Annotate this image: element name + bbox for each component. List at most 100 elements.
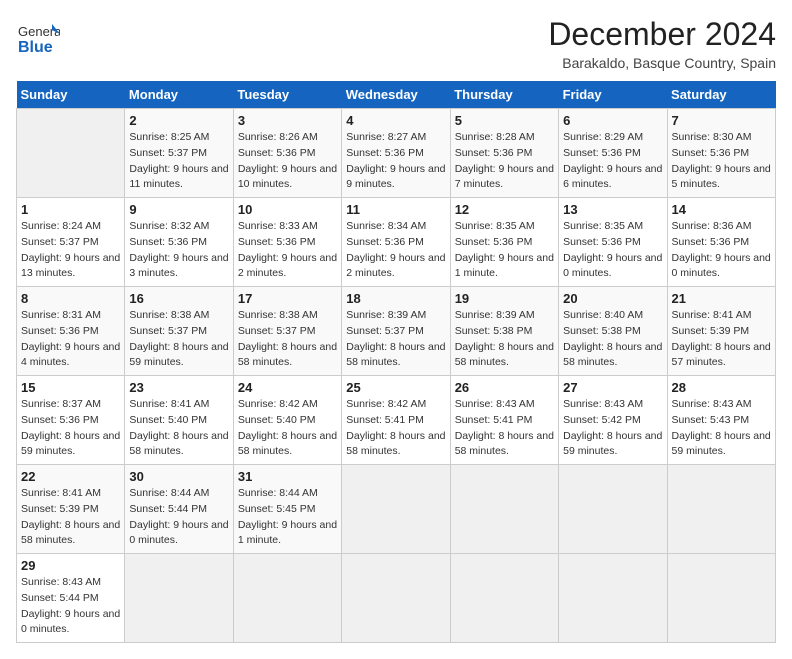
calendar-cell: 27Sunrise: 8:43 AMSunset: 5:42 PMDayligh… (559, 376, 667, 465)
calendar-row-2: 8 Sunrise: 8:31 AMSunset: 5:36 PMDaylight… (17, 287, 776, 376)
calendar-cell: 20Sunrise: 8:40 AMSunset: 5:38 PMDayligh… (559, 287, 667, 376)
day-number: 15 (21, 380, 120, 395)
day-info: Sunrise: 8:41 AMSunset: 5:39 PMDaylight:… (672, 308, 771, 371)
calendar-cell: 24 Sunrise: 8:42 AMSunset: 5:40 PMDayligh… (233, 376, 341, 465)
day-number: 21 (672, 291, 771, 306)
day-number: 11 (346, 202, 445, 217)
day-info: Sunrise: 8:41 AMSunset: 5:39 PMDaylight:… (21, 486, 120, 549)
day-info: Sunrise: 8:39 AMSunset: 5:37 PMDaylight:… (346, 308, 445, 371)
day-number: 26 (455, 380, 554, 395)
calendar-cell: 26Sunrise: 8:43 AMSunset: 5:41 PMDayligh… (450, 376, 558, 465)
calendar-cell: 1 Sunrise: 8:24 AMSunset: 5:37 PMDaylight… (17, 198, 125, 287)
day-number: 16 (129, 291, 228, 306)
main-title: December 2024 (548, 16, 776, 53)
day-number: 23 (129, 380, 228, 395)
calendar-cell: 31 Sunrise: 8:44 AMSunset: 5:45 PMDayligh… (233, 465, 341, 554)
day-info: Sunrise: 8:25 AMSunset: 5:37 PMDaylight:… (129, 130, 228, 193)
col-header-tuesday: Tuesday (233, 81, 341, 109)
day-info: Sunrise: 8:43 AMSunset: 5:43 PMDaylight:… (672, 397, 771, 460)
day-number: 8 (21, 291, 120, 306)
title-area: December 2024 Barakaldo, Basque Country,… (548, 16, 776, 71)
calendar-cell (233, 554, 341, 643)
calendar-cell: 8 Sunrise: 8:31 AMSunset: 5:36 PMDaylight… (17, 287, 125, 376)
col-header-saturday: Saturday (667, 81, 775, 109)
subtitle: Barakaldo, Basque Country, Spain (548, 55, 776, 71)
day-info: Sunrise: 8:44 AMSunset: 5:45 PMDaylight:… (238, 486, 337, 549)
day-number: 3 (238, 113, 337, 128)
calendar-cell: 4Sunrise: 8:27 AMSunset: 5:36 PMDaylight… (342, 109, 450, 198)
day-info: Sunrise: 8:37 AMSunset: 5:36 PMDaylight:… (21, 397, 120, 460)
day-number: 30 (129, 469, 228, 484)
day-number: 9 (129, 202, 228, 217)
calendar-cell: 15 Sunrise: 8:37 AMSunset: 5:36 PMDayligh… (17, 376, 125, 465)
day-number: 19 (455, 291, 554, 306)
calendar-cell (559, 554, 667, 643)
col-header-friday: Friday (559, 81, 667, 109)
calendar-cell: 10 Sunrise: 8:33 AMSunset: 5:36 PMDayligh… (233, 198, 341, 287)
day-number: 10 (238, 202, 337, 217)
day-number: 20 (563, 291, 662, 306)
header-row: SundayMondayTuesdayWednesdayThursdayFrid… (17, 81, 776, 109)
calendar-cell (450, 465, 558, 554)
day-number: 13 (563, 202, 662, 217)
svg-text:Blue: Blue (18, 39, 53, 56)
day-number: 27 (563, 380, 662, 395)
day-number: 28 (672, 380, 771, 395)
day-number: 31 (238, 469, 337, 484)
day-info: Sunrise: 8:33 AMSunset: 5:36 PMDaylight:… (238, 219, 337, 282)
day-number: 5 (455, 113, 554, 128)
col-header-wednesday: Wednesday (342, 81, 450, 109)
day-info: Sunrise: 8:39 AMSunset: 5:38 PMDaylight:… (455, 308, 554, 371)
calendar-cell: 22 Sunrise: 8:41 AMSunset: 5:39 PMDayligh… (17, 465, 125, 554)
day-info: Sunrise: 8:26 AMSunset: 5:36 PMDaylight:… (238, 130, 337, 193)
header: General Blue December 2024 Barakaldo, Ba… (16, 16, 776, 71)
calendar-cell: 16 Sunrise: 8:38 AMSunset: 5:37 PMDayligh… (125, 287, 233, 376)
calendar-cell: 6Sunrise: 8:29 AMSunset: 5:36 PMDaylight… (559, 109, 667, 198)
calendar-cell: 30Sunrise: 8:44 AMSunset: 5:44 PMDayligh… (125, 465, 233, 554)
day-info: Sunrise: 8:38 AMSunset: 5:37 PMDaylight:… (129, 308, 228, 371)
calendar-cell: 14Sunrise: 8:36 AMSunset: 5:36 PMDayligh… (667, 198, 775, 287)
logo-icon: General Blue (16, 16, 60, 60)
calendar-cell: 3 Sunrise: 8:26 AMSunset: 5:36 PMDaylight… (233, 109, 341, 198)
day-number: 1 (21, 202, 120, 217)
calendar-cell (667, 465, 775, 554)
day-number: 25 (346, 380, 445, 395)
day-info: Sunrise: 8:31 AMSunset: 5:36 PMDaylight:… (21, 308, 120, 371)
calendar-cell: 12 Sunrise: 8:35 AMSunset: 5:36 PMDayligh… (450, 198, 558, 287)
day-info: Sunrise: 8:42 AMSunset: 5:40 PMDaylight:… (238, 397, 337, 460)
calendar-cell: 23Sunrise: 8:41 AMSunset: 5:40 PMDayligh… (125, 376, 233, 465)
calendar-cell (342, 554, 450, 643)
day-number: 22 (21, 469, 120, 484)
day-info: Sunrise: 8:42 AMSunset: 5:41 PMDaylight:… (346, 397, 445, 460)
day-info: Sunrise: 8:24 AMSunset: 5:37 PMDaylight:… (21, 219, 120, 282)
calendar-cell: 9 Sunrise: 8:32 AMSunset: 5:36 PMDaylight… (125, 198, 233, 287)
calendar-cell (125, 554, 233, 643)
calendar-row-4: 22 Sunrise: 8:41 AMSunset: 5:39 PMDayligh… (17, 465, 776, 554)
calendar-cell: 17Sunrise: 8:38 AMSunset: 5:37 PMDayligh… (233, 287, 341, 376)
day-info: Sunrise: 8:38 AMSunset: 5:37 PMDaylight:… (238, 308, 337, 371)
day-info: Sunrise: 8:34 AMSunset: 5:36 PMDaylight:… (346, 219, 445, 282)
day-info: Sunrise: 8:29 AMSunset: 5:36 PMDaylight:… (563, 130, 662, 193)
col-header-thursday: Thursday (450, 81, 558, 109)
calendar-cell: 25 Sunrise: 8:42 AMSunset: 5:41 PMDayligh… (342, 376, 450, 465)
calendar-cell: 28 Sunrise: 8:43 AMSunset: 5:43 PMDayligh… (667, 376, 775, 465)
day-number: 24 (238, 380, 337, 395)
logo: General Blue (16, 16, 64, 60)
calendar-row-3: 15 Sunrise: 8:37 AMSunset: 5:36 PMDayligh… (17, 376, 776, 465)
day-number: 12 (455, 202, 554, 217)
calendar-cell (342, 465, 450, 554)
day-info: Sunrise: 8:35 AMSunset: 5:36 PMDaylight:… (455, 219, 554, 282)
calendar-cell: 7Sunrise: 8:30 AMSunset: 5:36 PMDaylight… (667, 109, 775, 198)
day-info: Sunrise: 8:43 AMSunset: 5:44 PMDaylight:… (21, 575, 120, 638)
col-header-monday: Monday (125, 81, 233, 109)
calendar-cell: 29Sunrise: 8:43 AMSunset: 5:44 PMDayligh… (17, 554, 125, 643)
calendar-row-0: 2Sunrise: 8:25 AMSunset: 5:37 PMDaylight… (17, 109, 776, 198)
day-info: Sunrise: 8:35 AMSunset: 5:36 PMDaylight:… (563, 219, 662, 282)
day-info: Sunrise: 8:32 AMSunset: 5:36 PMDaylight:… (129, 219, 228, 282)
calendar-cell (667, 554, 775, 643)
calendar-table: SundayMondayTuesdayWednesdayThursdayFrid… (16, 81, 776, 643)
day-number: 18 (346, 291, 445, 306)
calendar-cell: 5Sunrise: 8:28 AMSunset: 5:36 PMDaylight… (450, 109, 558, 198)
calendar-cell (559, 465, 667, 554)
day-info: Sunrise: 8:27 AMSunset: 5:36 PMDaylight:… (346, 130, 445, 193)
